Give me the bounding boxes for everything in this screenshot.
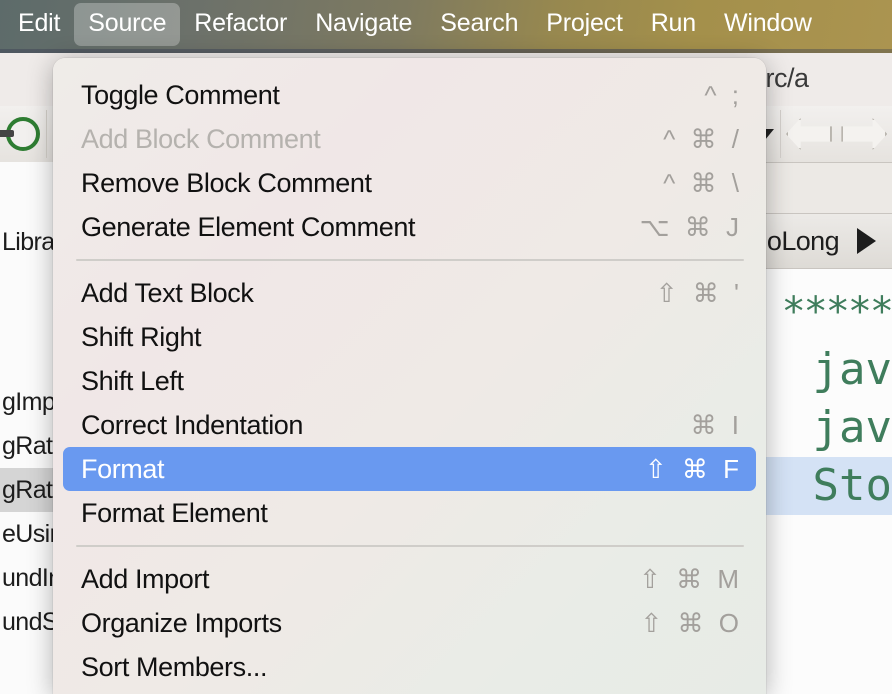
menu-item-sort-members[interactable]: Sort Members... bbox=[63, 645, 756, 689]
menu-bar[interactable]: Edit Source Refactor Navigate Search Pro… bbox=[0, 0, 892, 49]
menu-separator-2 bbox=[76, 545, 744, 547]
arrow-left-icon bbox=[785, 118, 832, 150]
menu-item-label: Add Import bbox=[81, 563, 210, 594]
menu-item-remove-block-comment[interactable]: Remove Block Comment ^ ⌘ \ bbox=[63, 161, 756, 205]
menu-item-correct-indentation[interactable]: Correct Indentation ⌘ I bbox=[63, 403, 756, 447]
toolbar-button-debug[interactable] bbox=[0, 110, 48, 158]
toolbar-button-back[interactable] bbox=[781, 110, 836, 158]
menubar-item-edit[interactable]: Edit bbox=[4, 3, 74, 46]
menubar-item-navigate[interactable]: Navigate bbox=[301, 3, 426, 46]
menubar-item-run[interactable]: Run bbox=[637, 3, 710, 46]
menu-item-format-element[interactable]: Format Element bbox=[63, 491, 756, 535]
menu-item-shortcut: ⇧ ⌘ F bbox=[644, 453, 743, 484]
menu-item-label: Correct Indentation bbox=[81, 409, 304, 440]
menu-item-format[interactable]: Format ⇧ ⌘ F bbox=[63, 447, 756, 491]
menu-item-label: Format Element bbox=[81, 497, 268, 528]
source-menu-dropdown[interactable]: Toggle Comment ^ ; Add Block Comment ^ ⌘… bbox=[53, 58, 766, 694]
code-line-0: ***** bbox=[781, 289, 892, 335]
menubar-item-refactor[interactable]: Refactor bbox=[180, 3, 301, 46]
menubar-item-search[interactable]: Search bbox=[426, 3, 532, 46]
menu-item-label: Add Text Block bbox=[81, 277, 254, 308]
menu-item-label: Format bbox=[81, 453, 165, 484]
menu-item-shift-left[interactable]: Shift Left bbox=[63, 359, 756, 403]
menubar-item-source[interactable]: Source bbox=[74, 3, 181, 46]
menu-item-add-text-block[interactable]: Add Text Block ⇧ ⌘ ' bbox=[63, 271, 756, 315]
debug-icon bbox=[0, 117, 41, 151]
menu-item-label: Add Block Comment bbox=[81, 123, 321, 154]
menu-item-shortcut: ^ ⌘ \ bbox=[663, 167, 743, 198]
menu-item-toggle-comment[interactable]: Toggle Comment ^ ; bbox=[63, 73, 756, 117]
menu-item-shortcut: ^ ; bbox=[704, 79, 743, 110]
menubar-item-project[interactable]: Project bbox=[532, 3, 636, 46]
menu-item-label: Generate Element Comment bbox=[81, 211, 416, 242]
code-line-1: jav bbox=[812, 344, 892, 395]
menu-item-add-import[interactable]: Add Import ⇧ ⌘ M bbox=[63, 557, 756, 601]
menubar-item-window[interactable]: Window bbox=[710, 3, 826, 46]
arrow-right-icon bbox=[841, 118, 888, 150]
menu-item-shortcut: ⇧ ⌘ ' bbox=[655, 277, 743, 308]
menu-item-shortcut: ^ ⌘ / bbox=[663, 123, 743, 154]
breadcrumb-label: tioLong bbox=[754, 225, 840, 256]
menu-item-label: Toggle Comment bbox=[81, 79, 280, 110]
menu-item-shift-right[interactable]: Shift Right bbox=[63, 315, 756, 359]
menu-item-shortcut: ⇧ ⌘ M bbox=[639, 563, 743, 594]
menu-item-label: Sort Members... bbox=[81, 651, 268, 682]
menu-separator-1 bbox=[76, 259, 744, 261]
toolbar-button-forward[interactable] bbox=[837, 110, 892, 158]
menu-item-generate-element-comment[interactable]: Generate Element Comment ⌥ ⌘ J bbox=[63, 205, 756, 249]
menu-item-add-block-comment: Add Block Comment ^ ⌘ / bbox=[63, 117, 756, 161]
menu-item-shortcut: ⌘ I bbox=[690, 409, 743, 440]
menu-item-label: Remove Block Comment bbox=[81, 167, 372, 198]
menubar-shadow bbox=[0, 49, 892, 53]
screen-root: lgs4/src/a bbox=[0, 0, 892, 694]
menu-item-organize-imports[interactable]: Organize Imports ⇧ ⌘ O bbox=[63, 601, 756, 645]
menu-item-shortcut: ⌥ ⌘ J bbox=[639, 211, 743, 242]
code-line-3-highlighted: Sto bbox=[760, 457, 892, 515]
menu-item-shortcut: ⇧ ⌘ O bbox=[640, 607, 743, 638]
chevron-right-icon[interactable] bbox=[857, 228, 876, 254]
menu-item-label: Organize Imports bbox=[81, 607, 282, 638]
code-line-2: jav bbox=[812, 402, 892, 453]
menu-item-label: Shift Left bbox=[81, 365, 184, 396]
menu-item-label: Shift Right bbox=[81, 321, 202, 352]
